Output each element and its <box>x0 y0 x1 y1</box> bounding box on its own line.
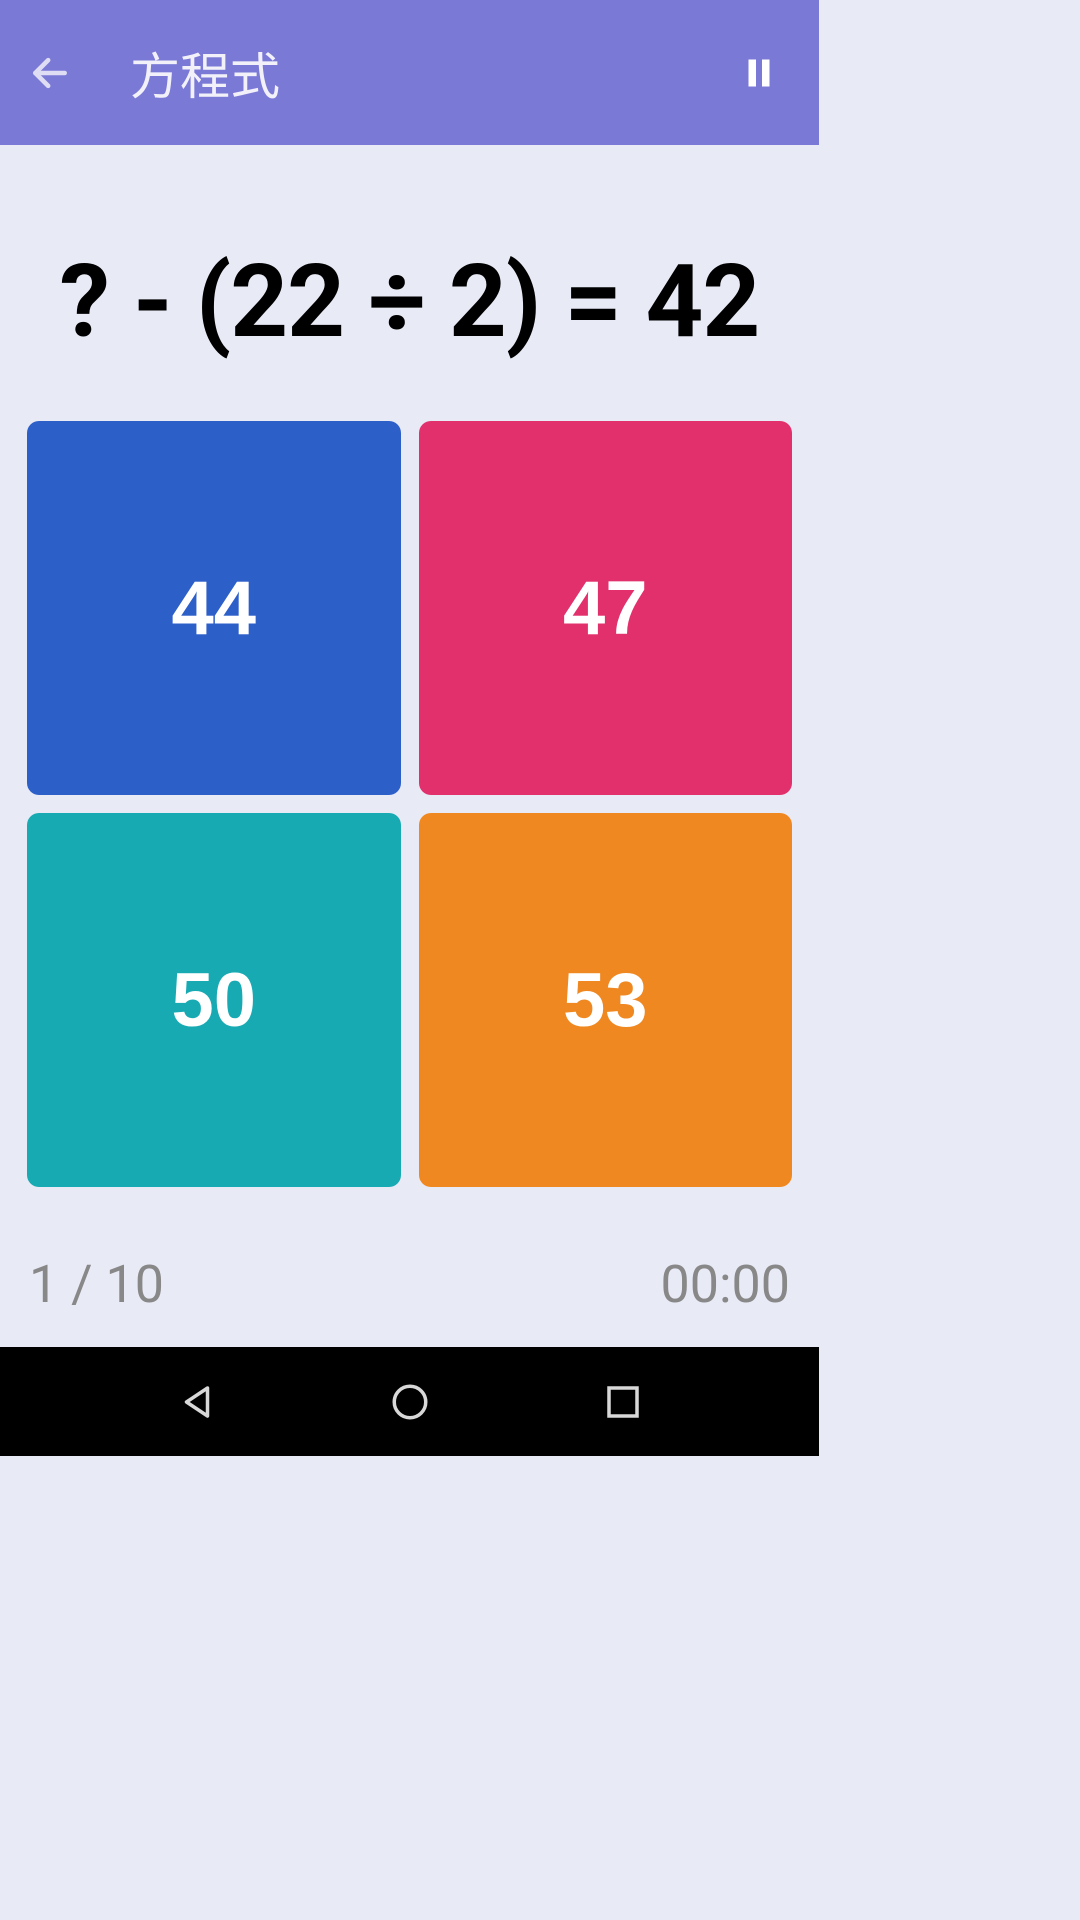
answer-grid: 44 47 50 53 <box>27 421 792 1187</box>
answer-button-1[interactable]: 47 <box>419 421 793 795</box>
answer-button-0[interactable]: 44 <box>27 421 401 795</box>
pause-icon <box>741 55 777 91</box>
nav-back-button[interactable] <box>167 1372 227 1432</box>
answer-button-3[interactable]: 53 <box>419 813 793 1187</box>
square-recent-icon <box>602 1381 644 1423</box>
nav-recent-button[interactable] <box>593 1372 653 1432</box>
answer-button-2[interactable]: 50 <box>27 813 401 1187</box>
app-bar: 方程式 <box>0 0 819 145</box>
progress-indicator: 1 / 10 <box>29 1254 164 1315</box>
pause-button[interactable] <box>729 43 789 103</box>
status-bar: 1 / 10 00:00 <box>27 1254 792 1315</box>
system-nav-bar <box>0 1347 819 1456</box>
timer-display: 00:00 <box>661 1254 791 1315</box>
nav-home-button[interactable] <box>380 1372 440 1432</box>
back-button[interactable] <box>20 43 80 103</box>
page-title: 方程式 <box>130 37 280 109</box>
arrow-left-icon <box>28 51 72 95</box>
circle-home-icon <box>389 1381 431 1423</box>
equation-display: ? - (22 ÷ 2) = 42 <box>27 242 792 361</box>
triangle-back-icon <box>176 1381 218 1423</box>
game-content: ? - (22 ÷ 2) = 42 44 47 50 53 1 / 10 00:… <box>0 145 819 1347</box>
